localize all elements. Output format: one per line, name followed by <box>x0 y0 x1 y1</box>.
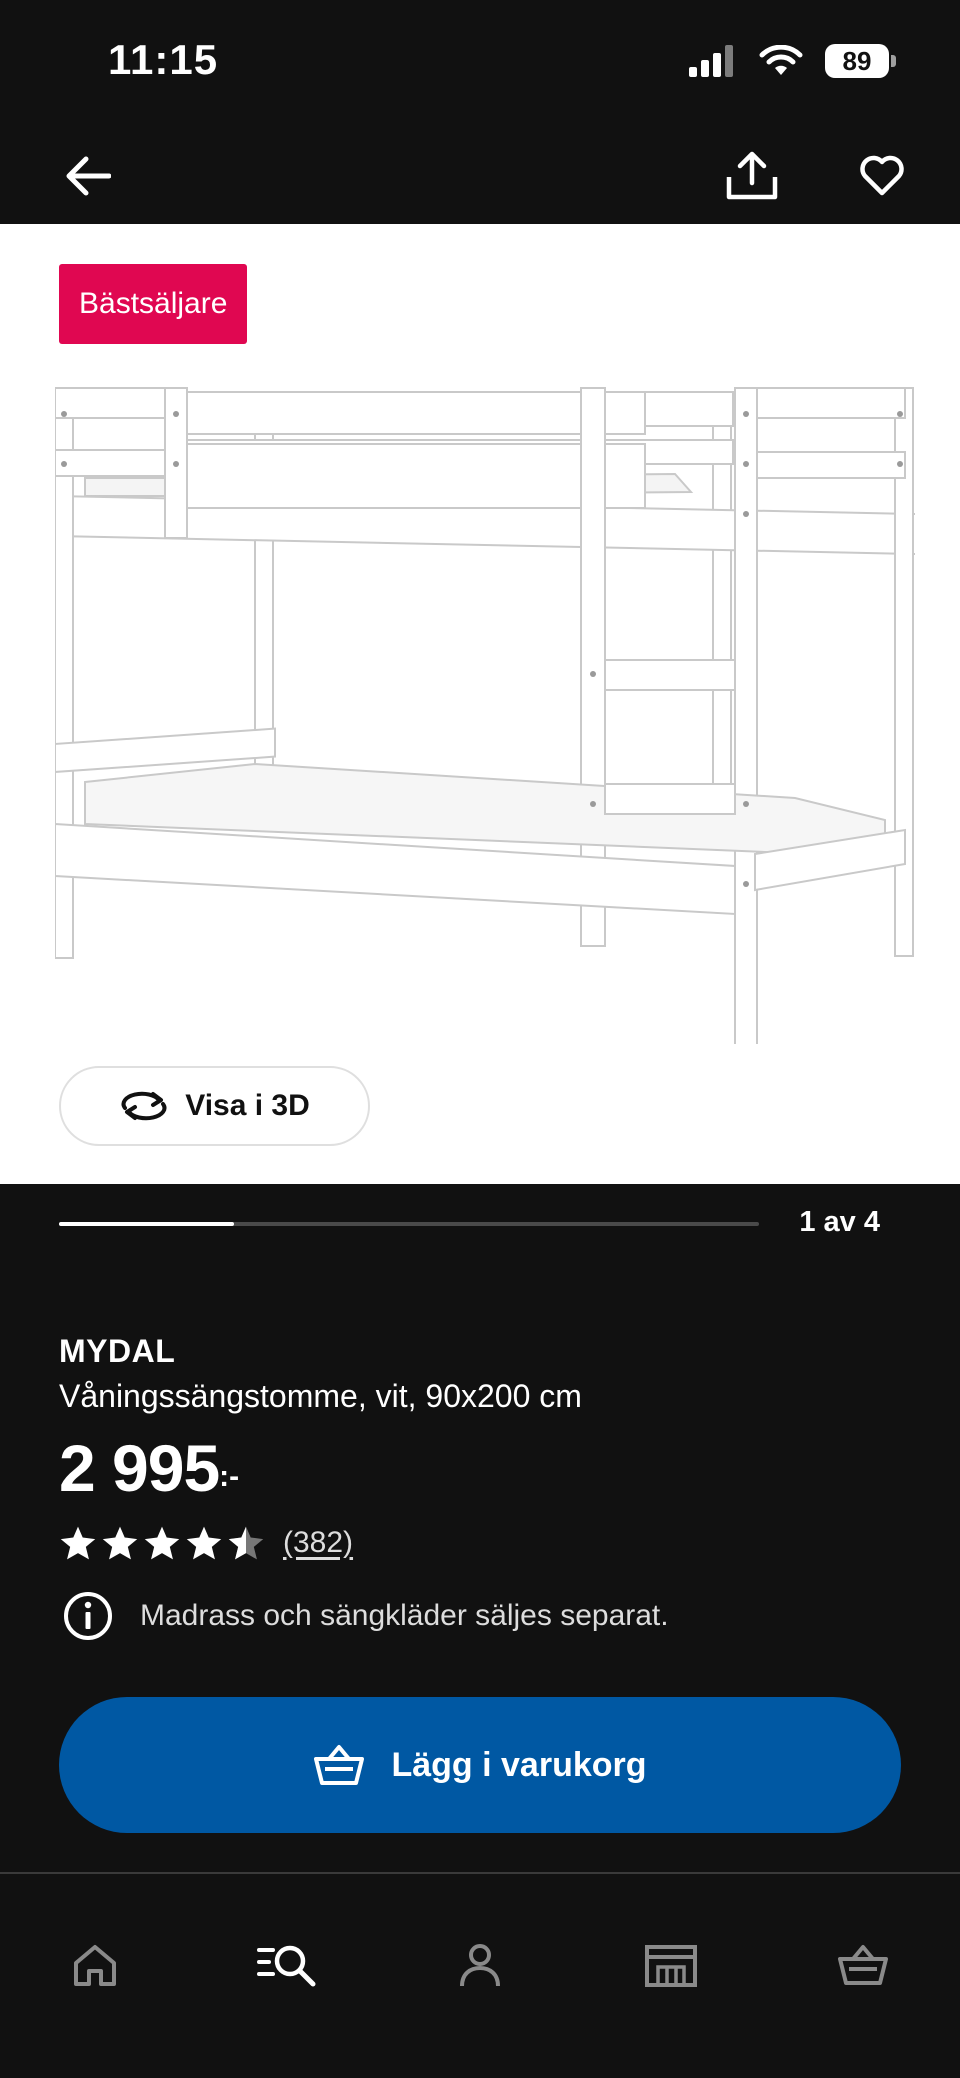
view-3d-label: Visa i 3D <box>185 1089 310 1122</box>
star-icon <box>144 1526 180 1560</box>
notice-text: Madrass och sängkläder säljes separat. <box>140 1599 669 1632</box>
price-value: 2 995 <box>59 1431 220 1505</box>
status-icons: 89 <box>689 44 896 78</box>
product-description: Våningssängstomme, vit, 90x200 cm <box>59 1378 582 1414</box>
home-icon[interactable] <box>60 1930 130 2000</box>
star-icon <box>102 1526 138 1560</box>
product-name: MYDAL <box>59 1333 176 1369</box>
review-count-link[interactable]: (382) <box>283 1526 353 1560</box>
notice: Madrass och sängkläder säljes separat. <box>62 1590 669 1642</box>
status-time: 11:15 <box>108 36 219 83</box>
basket-icon <box>314 1745 365 1785</box>
carousel-progress-fill <box>59 1222 234 1226</box>
add-to-cart-button[interactable]: Lägg i varukorg <box>59 1697 901 1833</box>
bottom-nav <box>0 1872 960 2078</box>
share-icon[interactable] <box>722 146 782 206</box>
carousel-progress <box>59 1222 759 1226</box>
battery-level: 89 <box>825 44 889 78</box>
product-price: 2 995 :- <box>59 1430 239 1506</box>
status-bar: 11:15 89 <box>0 0 960 130</box>
top-nav <box>0 130 960 224</box>
carousel-counter: 1 av 4 <box>799 1206 880 1238</box>
battery-indicator: 89 <box>825 44 896 78</box>
heart-icon[interactable] <box>852 146 912 206</box>
bunk-bed-image <box>55 387 915 1044</box>
star-half-icon <box>228 1526 264 1560</box>
signal-icon <box>689 45 733 77</box>
cart-icon[interactable] <box>828 1930 898 2000</box>
product-image-area[interactable]: Bästsäljare Visa i 3D <box>0 224 960 1184</box>
back-arrow-icon[interactable] <box>58 146 118 206</box>
bestseller-badge: Bästsäljare <box>59 264 248 344</box>
price-suffix: :- <box>219 1460 240 1493</box>
rotate-3d-icon <box>121 1091 167 1121</box>
search-icon[interactable] <box>252 1930 322 2000</box>
star-icon <box>186 1526 222 1560</box>
info-icon <box>64 1592 112 1640</box>
wifi-icon <box>759 45 803 75</box>
add-to-cart-label: Lägg i varukorg <box>391 1745 647 1784</box>
star-icon <box>60 1526 96 1560</box>
battery-tip <box>891 55 896 67</box>
rating[interactable]: (382) <box>59 1525 353 1561</box>
profile-icon[interactable] <box>445 1930 515 2000</box>
store-icon[interactable] <box>636 1930 706 2000</box>
view-3d-button[interactable]: Visa i 3D <box>59 1066 370 1146</box>
